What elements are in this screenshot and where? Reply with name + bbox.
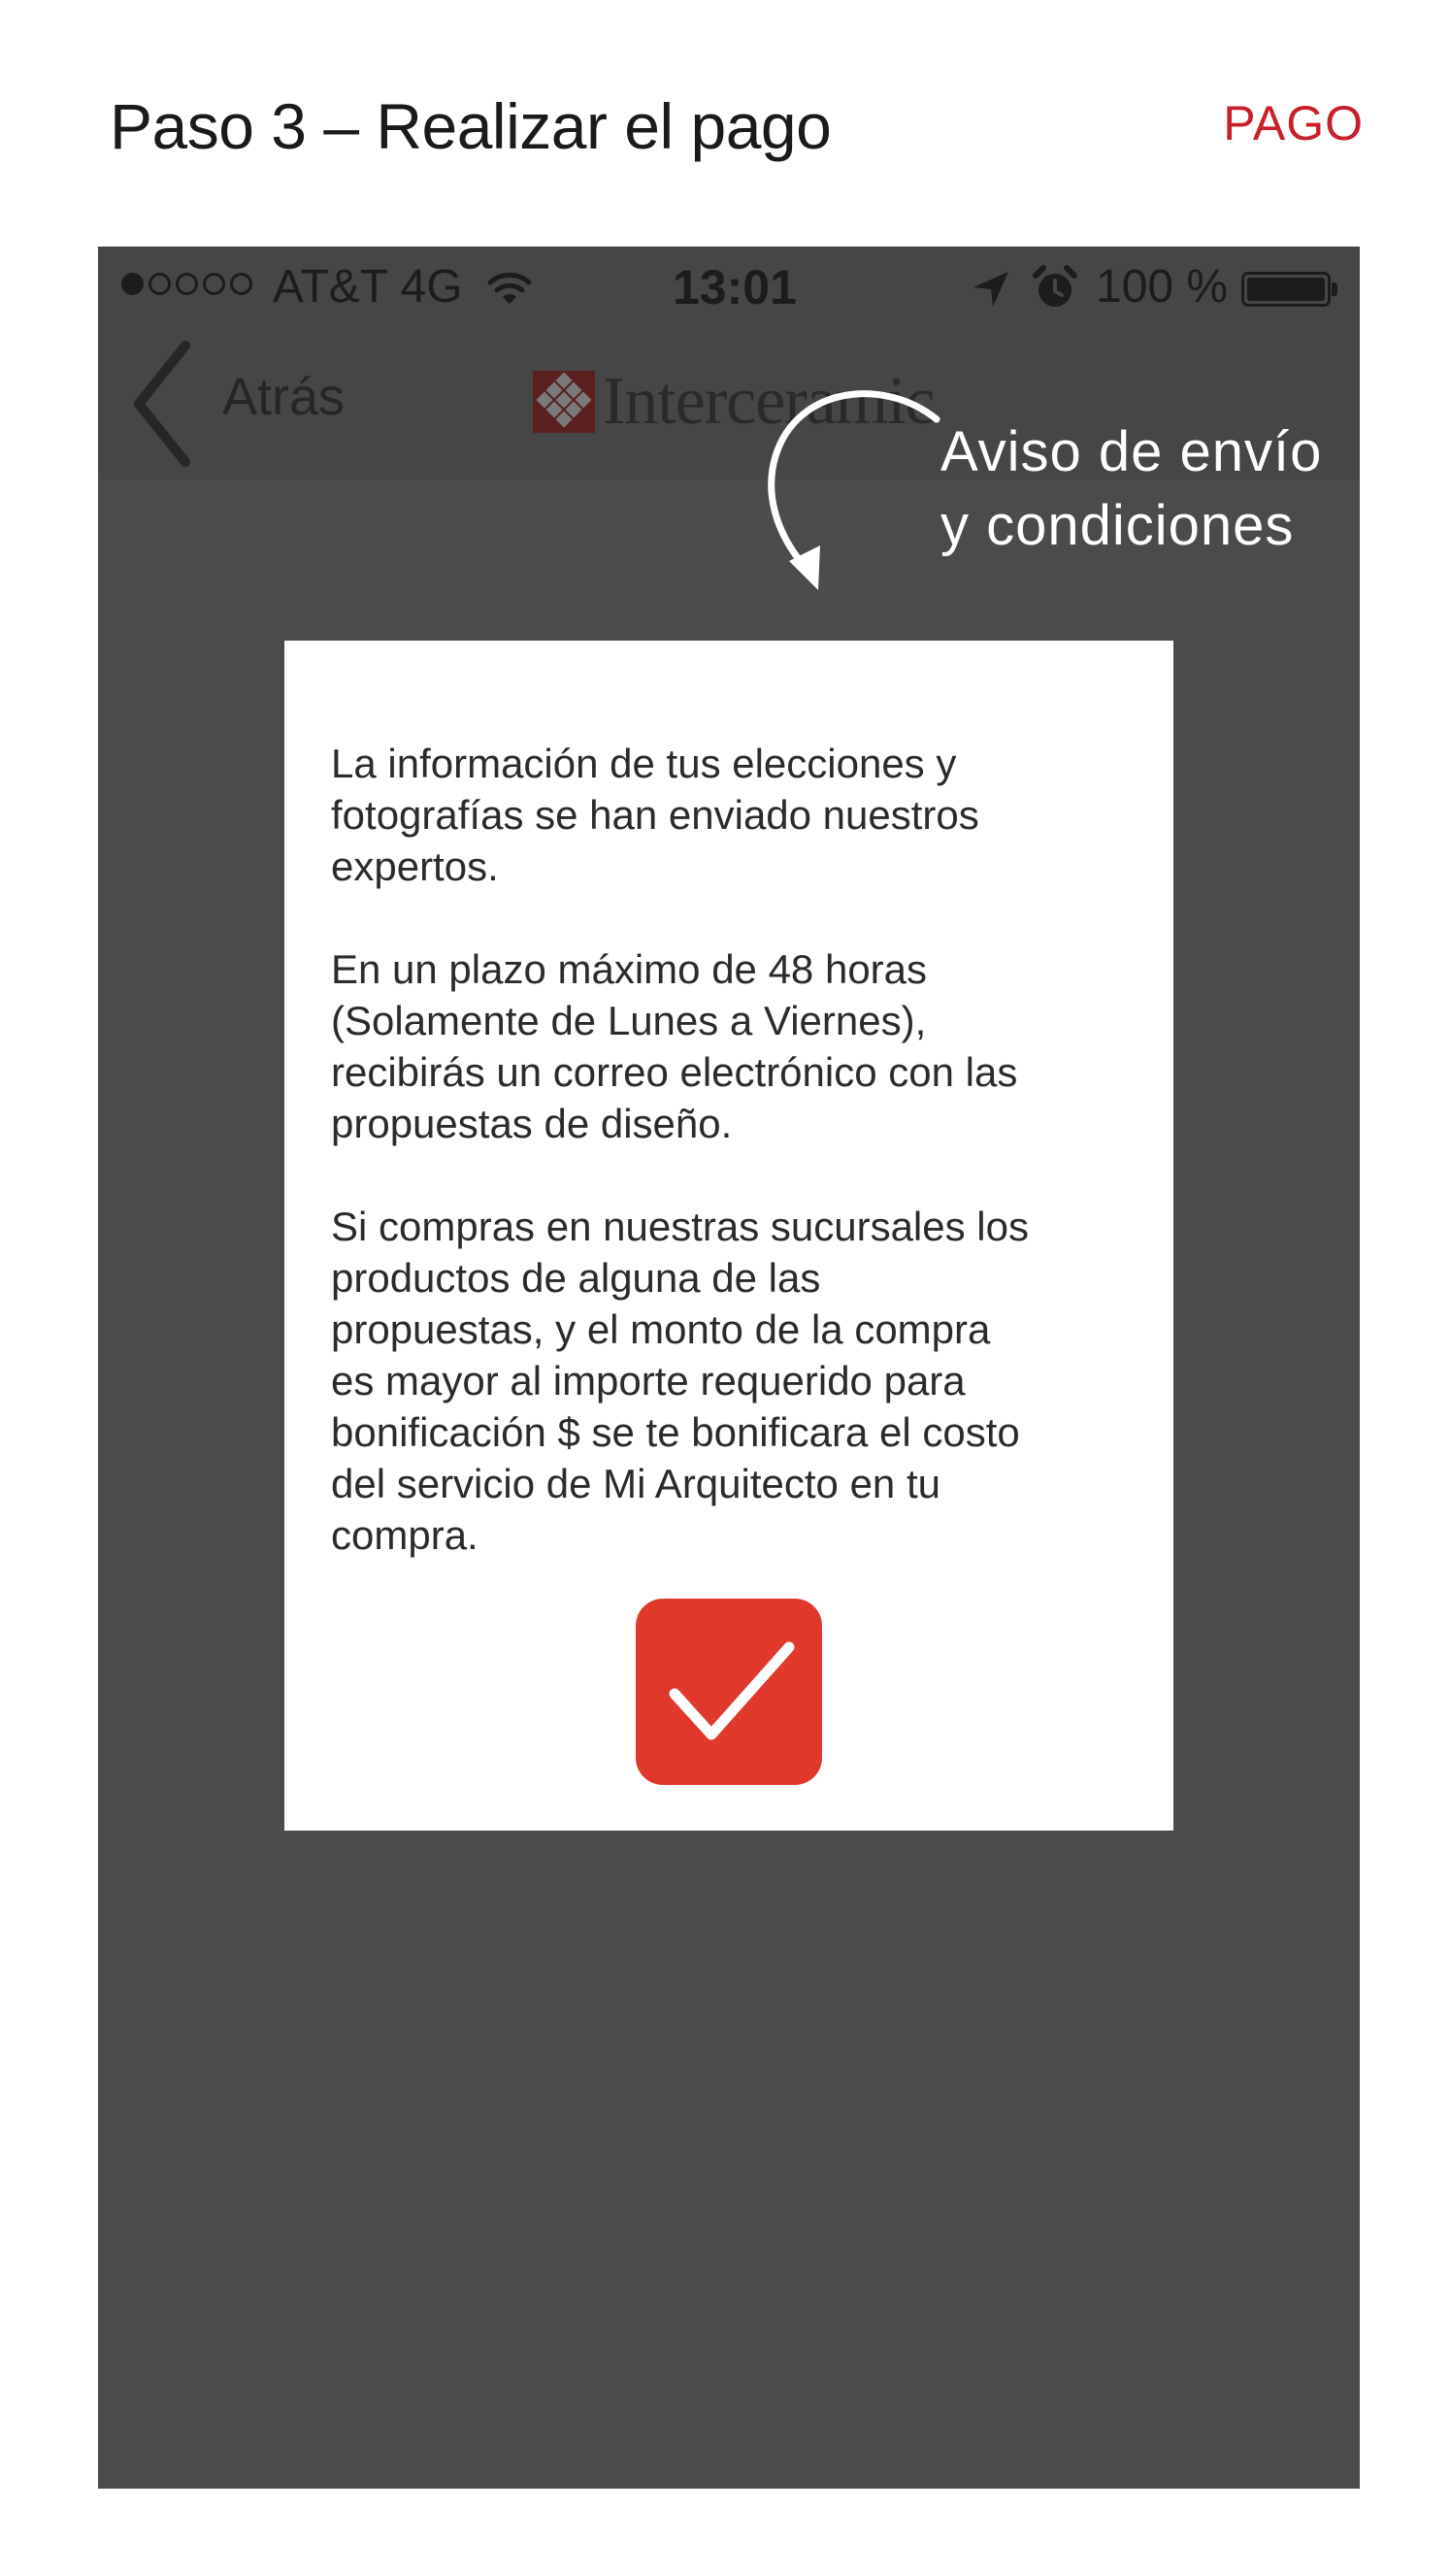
phone-screen: AT&T 4G 13:01 100 % Atrás Interceramic A…	[98, 247, 1360, 2489]
notice-paragraph-2: En un plazo máximo de 48 horas (Solament…	[331, 946, 1018, 1146]
callout-annotation: Aviso de envío y condiciones	[940, 415, 1322, 563]
battery-percentage: 100 %	[1096, 261, 1229, 313]
callout-line-2: y condiciones	[940, 494, 1295, 557]
page-title: Paso 3 – Realizar el pago	[110, 90, 832, 162]
interceramic-logo-icon	[533, 371, 595, 433]
wifi-icon	[486, 266, 533, 319]
callout-line-1: Aviso de envío	[940, 420, 1323, 483]
battery-tip	[1332, 282, 1337, 296]
status-time: 13:01	[673, 260, 797, 314]
notice-paragraph-1: La información de tus elecciones y fotog…	[331, 741, 979, 889]
battery-icon	[1241, 272, 1331, 307]
notice-paragraph-3: Si compras en nuestras sucursales los pr…	[331, 1204, 1029, 1558]
status-bar: AT&T 4G 13:01 100 %	[98, 247, 1360, 328]
carrier-label: AT&T 4G	[273, 261, 463, 313]
signal-strength-icon	[121, 273, 252, 295]
section-label: PAGO	[1223, 96, 1364, 150]
notice-dialog: La información de tus elecciones y fotog…	[284, 641, 1173, 1831]
checkmark-icon	[669, 1641, 795, 1740]
confirm-button[interactable]	[636, 1599, 822, 1785]
location-arrow-icon	[970, 268, 1012, 322]
notice-body: La información de tus elecciones y fotog…	[331, 738, 1142, 1612]
back-button[interactable]: Atrás	[222, 367, 345, 427]
chevron-left-icon[interactable]	[125, 336, 203, 477]
alarm-clock-icon	[1032, 264, 1078, 324]
curved-arrow-icon	[768, 390, 940, 590]
